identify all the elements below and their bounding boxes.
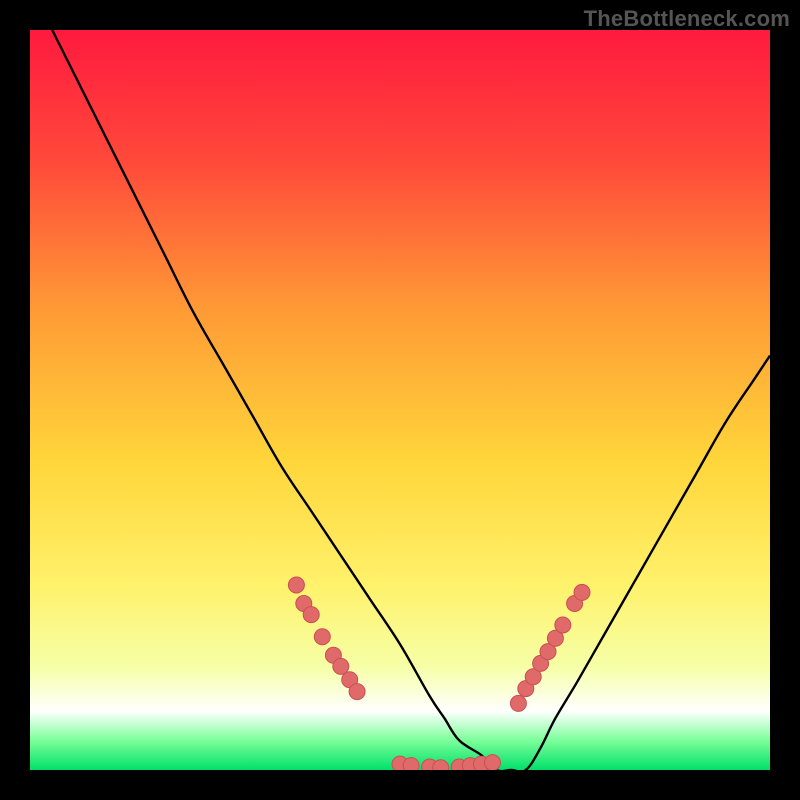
- data-marker: [485, 755, 501, 770]
- data-marker: [303, 607, 319, 623]
- data-marker: [349, 684, 365, 700]
- chart-svg: [30, 30, 770, 770]
- data-marker: [314, 629, 330, 645]
- data-marker: [403, 758, 419, 770]
- data-marker: [510, 695, 526, 711]
- data-marker: [574, 584, 590, 600]
- watermark-text: TheBottleneck.com: [584, 6, 790, 32]
- data-marker: [288, 577, 304, 593]
- data-marker: [555, 617, 571, 633]
- gradient-background: [30, 30, 770, 770]
- chart-frame: [30, 30, 770, 770]
